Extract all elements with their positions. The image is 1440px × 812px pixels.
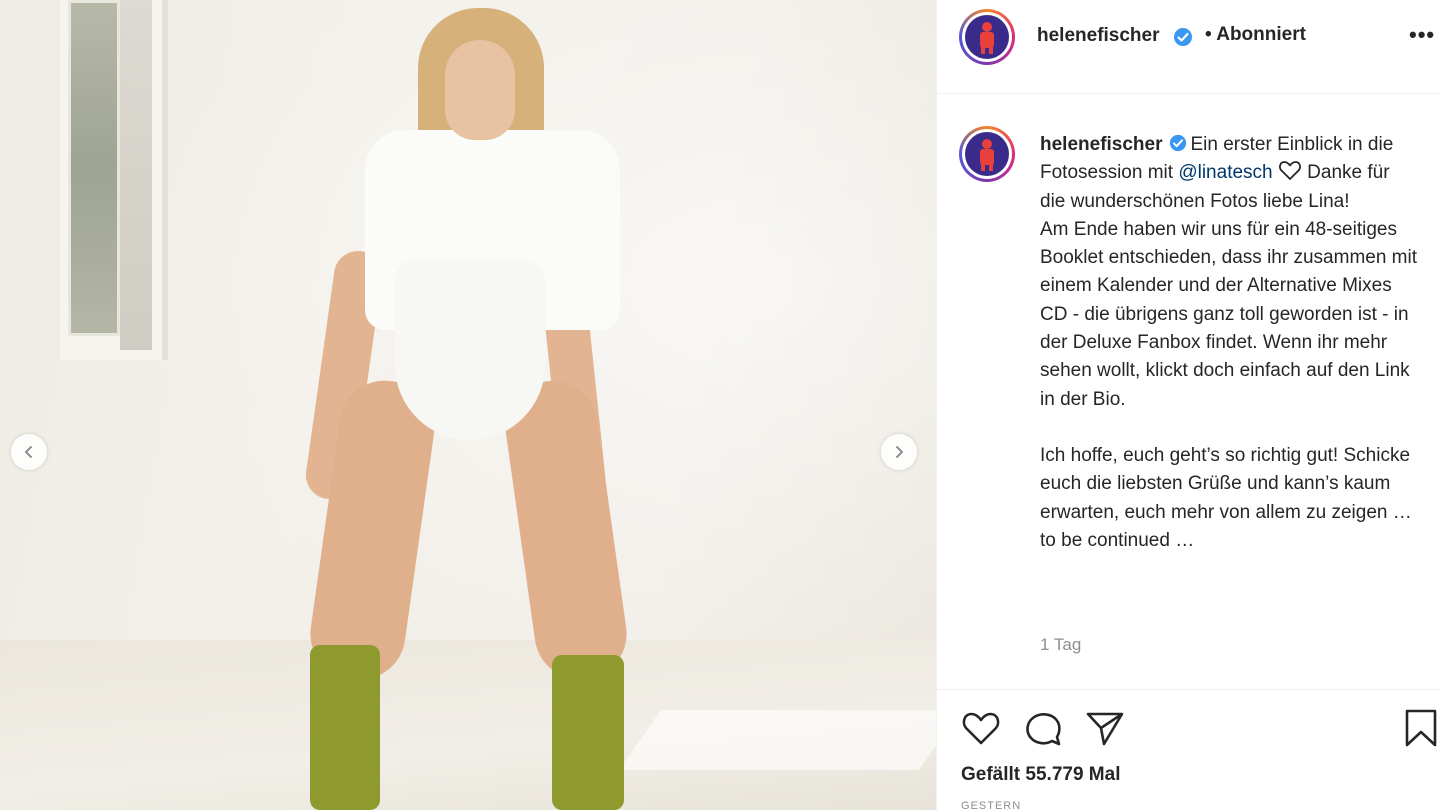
caption-username[interactable]: helenefischer — [1040, 134, 1163, 155]
caption-avatar[interactable] — [959, 126, 1015, 182]
caption-timestamp[interactable]: 1 Tag — [1040, 635, 1081, 655]
avatar-figure-icon — [980, 22, 994, 54]
avatar-image — [965, 15, 1009, 59]
caption-third-paragraph: Ich hoffe, euch geht’s so richtig gut! S… — [1040, 444, 1412, 551]
photo-sunlight — [618, 710, 936, 770]
caption-mention[interactable]: @linatesch — [1178, 162, 1272, 183]
post-photo[interactable] — [0, 0, 936, 810]
comment-bubble-icon[interactable] — [1023, 710, 1063, 748]
like-heart-icon[interactable] — [961, 710, 1001, 746]
photo-window-pane — [68, 0, 120, 336]
heart-outline-icon — [1278, 161, 1301, 181]
avatar-image — [965, 132, 1009, 176]
model-boot-right — [552, 655, 624, 810]
post-actions: Gefällt 55.779 Mal GESTERN — [937, 689, 1440, 812]
share-paper-plane-icon[interactable] — [1085, 710, 1125, 748]
avatar[interactable] — [959, 9, 1015, 65]
avatar-ring — [962, 129, 1012, 179]
follow-status[interactable]: • Abonniert — [1205, 24, 1306, 46]
carousel-next-button[interactable] — [881, 434, 917, 470]
post-header: helenefischer • Abonniert ••• — [937, 0, 1440, 94]
chevron-right-icon — [896, 446, 903, 458]
avatar-ring — [962, 12, 1012, 62]
model-bodysuit — [395, 260, 545, 440]
carousel-prev-button[interactable] — [11, 434, 47, 470]
chevron-left-icon — [25, 446, 32, 458]
photo-window-pane-right — [120, 0, 152, 350]
avatar-figure-icon — [980, 139, 994, 171]
model-boot-left — [310, 645, 380, 810]
verified-badge-icon — [1169, 134, 1186, 152]
model-face — [445, 40, 515, 140]
save-bookmark-icon[interactable] — [1404, 708, 1438, 748]
post-sidebar: helenefischer • Abonniert ••• helenefisc… — [936, 0, 1440, 812]
header-username[interactable]: helenefischer — [1037, 25, 1160, 47]
post-caption: helenefischer Ein erster Einblick in die… — [1040, 131, 1420, 555]
verified-badge-icon — [1174, 28, 1192, 46]
more-options-button[interactable]: ••• — [1409, 22, 1435, 48]
caption-second-paragraph: Am Ende haben wir uns für ein 48-seitige… — [1040, 218, 1418, 410]
post-date: GESTERN — [961, 800, 1022, 812]
likes-count[interactable]: Gefällt 55.779 Mal — [961, 764, 1120, 786]
caption-first-paragraph: helenefischer Ein erster Einblick in die… — [1040, 131, 1420, 216]
